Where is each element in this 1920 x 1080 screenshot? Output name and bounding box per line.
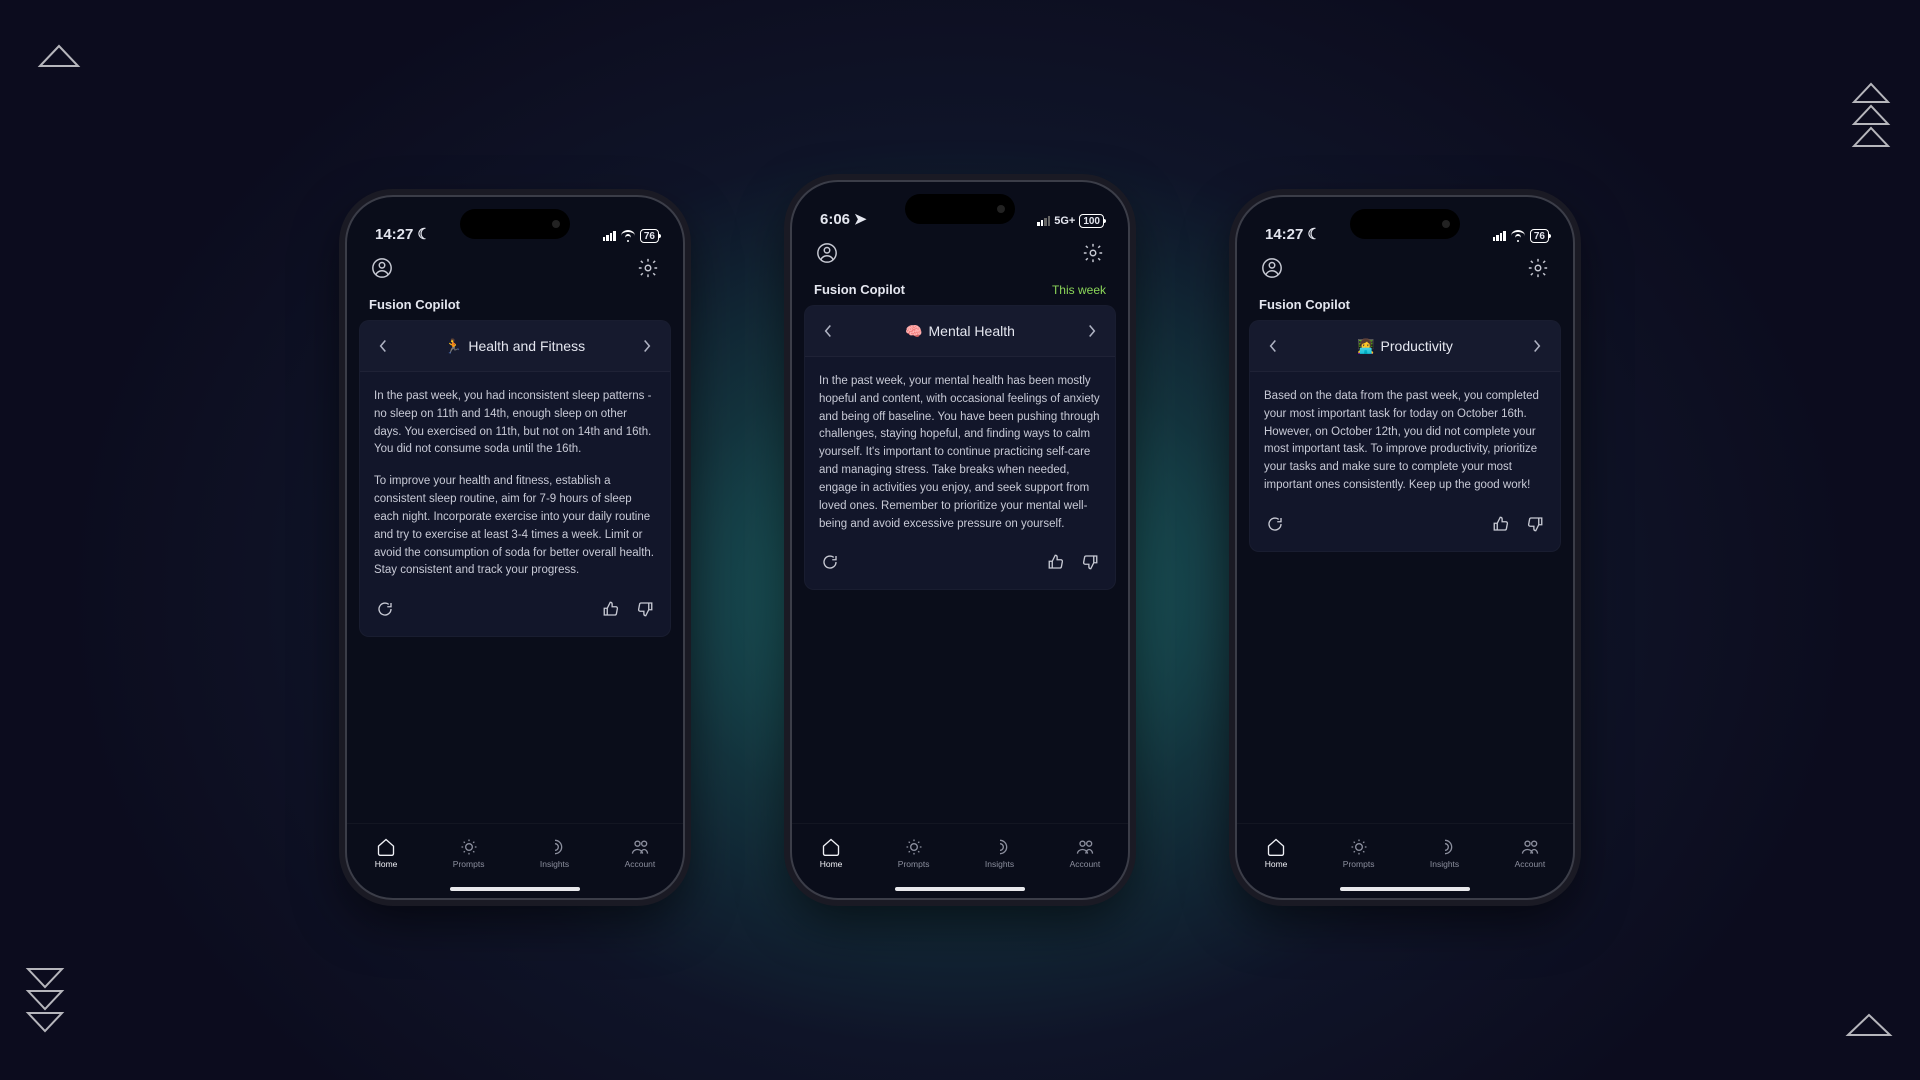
deco-triangle-tr (1848, 80, 1894, 155)
signal-icon (603, 231, 616, 241)
nav-home[interactable]: Home (820, 837, 843, 869)
card-title: 👩‍💻Productivity (1357, 338, 1453, 355)
card-body: In the past week, you had inconsistent s… (360, 372, 670, 590)
dynamic-island (905, 194, 1015, 224)
battery-icon: 100 (1079, 214, 1104, 228)
status-time: 14:27 ☾ (1265, 225, 1321, 243)
refresh-button[interactable] (819, 551, 841, 573)
nav-account[interactable]: Account (1515, 837, 1546, 869)
thumbs-down-button[interactable] (634, 598, 656, 620)
card-title: 🏃Health and Fitness (445, 338, 585, 355)
refresh-button[interactable] (374, 598, 396, 620)
next-category-button[interactable] (1524, 333, 1550, 359)
app-title: Fusion Copilot (814, 282, 905, 297)
profile-icon[interactable] (1259, 255, 1285, 281)
nav-account[interactable]: Account (625, 837, 656, 869)
card-body: In the past week, your mental health has… (805, 357, 1115, 543)
nav-insights[interactable]: Insights (985, 837, 1014, 869)
nav-prompts[interactable]: Prompts (453, 837, 485, 869)
status-time: 6:06 ➤ (820, 210, 867, 228)
profile-icon[interactable] (814, 240, 840, 266)
thumbs-up-button[interactable] (600, 598, 622, 620)
settings-icon[interactable] (635, 255, 661, 281)
refresh-button[interactable] (1264, 513, 1286, 535)
nav-insights[interactable]: Insights (540, 837, 569, 869)
timeframe-label[interactable]: This week (1052, 283, 1106, 297)
dynamic-island (460, 209, 570, 239)
app-title: Fusion Copilot (369, 297, 460, 312)
phone-mental: 6:06 ➤ 5G+ 100 Fusion Copilot This week … (790, 180, 1130, 900)
nav-home[interactable]: Home (375, 837, 398, 869)
home-indicator (1340, 887, 1470, 891)
location-icon: ➤ (854, 210, 867, 228)
bottom-nav: Home Prompts Insights Account (792, 823, 1128, 887)
wifi-icon (620, 230, 636, 242)
thumbs-down-button[interactable] (1524, 513, 1546, 535)
prev-category-button[interactable] (1260, 333, 1286, 359)
card-title: 🧠Mental Health (905, 323, 1015, 340)
card-emoji: 🧠 (905, 323, 922, 340)
battery-icon: 76 (640, 229, 659, 243)
app-title: Fusion Copilot (1259, 297, 1350, 312)
status-time: 14:27 ☾ (375, 225, 431, 243)
card-emoji: 🏃 (445, 338, 462, 355)
phone-health: 14:27 ☾ 76 Fusion Copilot 🏃Health and Fi… (345, 195, 685, 900)
next-category-button[interactable] (1079, 318, 1105, 344)
moon-icon: ☾ (1307, 225, 1320, 243)
card-emoji: 👩‍💻 (1357, 338, 1374, 355)
insight-card: 🏃Health and Fitness In the past week, yo… (359, 320, 671, 637)
phone-row: 14:27 ☾ 76 Fusion Copilot 🏃Health and Fi… (345, 180, 1575, 900)
deco-triangle-tl (36, 40, 82, 75)
battery-icon: 76 (1530, 229, 1549, 243)
phone-productivity: 14:27 ☾ 76 Fusion Copilot 👩‍💻Productivit… (1235, 195, 1575, 900)
bottom-nav: Home Prompts Insights Account (347, 823, 683, 887)
prev-category-button[interactable] (815, 318, 841, 344)
bottom-nav: Home Prompts Insights Account (1237, 823, 1573, 887)
nav-account[interactable]: Account (1070, 837, 1101, 869)
prev-category-button[interactable] (370, 333, 396, 359)
dynamic-island (1350, 209, 1460, 239)
home-indicator (450, 887, 580, 891)
thumbs-up-button[interactable] (1490, 513, 1512, 535)
nav-prompts[interactable]: Prompts (898, 837, 930, 869)
card-body: Based on the data from the past week, yo… (1250, 372, 1560, 505)
signal-icon (1037, 216, 1050, 226)
thumbs-up-button[interactable] (1045, 551, 1067, 573)
signal-icon (1493, 231, 1506, 241)
wifi-icon (1510, 230, 1526, 242)
nav-home[interactable]: Home (1265, 837, 1288, 869)
home-indicator (895, 887, 1025, 891)
next-category-button[interactable] (634, 333, 660, 359)
insight-card: 🧠Mental Health In the past week, your me… (804, 305, 1116, 590)
insight-card: 👩‍💻Productivity Based on the data from t… (1249, 320, 1561, 552)
thumbs-down-button[interactable] (1079, 551, 1101, 573)
profile-icon[interactable] (369, 255, 395, 281)
nav-insights[interactable]: Insights (1430, 837, 1459, 869)
settings-icon[interactable] (1080, 240, 1106, 266)
network-label: 5G+ (1054, 215, 1075, 227)
nav-prompts[interactable]: Prompts (1343, 837, 1375, 869)
deco-triangle-br (1844, 1009, 1890, 1044)
deco-triangle-bl (22, 965, 68, 1040)
moon-icon: ☾ (417, 225, 430, 243)
settings-icon[interactable] (1525, 255, 1551, 281)
